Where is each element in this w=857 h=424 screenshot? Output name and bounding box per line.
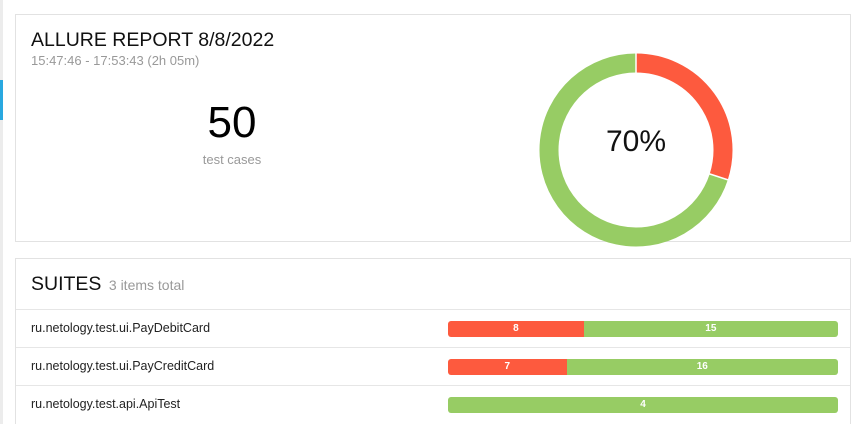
failed-segment: 8: [448, 321, 584, 337]
suite-name[interactable]: ru.netology.test.ui.PayCreditCard: [31, 359, 214, 373]
suite-name[interactable]: ru.netology.test.api.ApiTest: [31, 397, 180, 411]
side-menu-indicator: [0, 80, 3, 120]
suites-widget: SUITES 3 items total ru.netology.test.ui…: [15, 258, 851, 424]
success-percent: 70%: [606, 125, 666, 158]
test-case-label: test cases: [202, 152, 262, 167]
passed-segment: 4: [448, 397, 838, 413]
passed-segment: 15: [583, 321, 838, 337]
allure-report-page: ALLURE REPORT 8/8/2022 15:47:46 - 17:53:…: [0, 0, 857, 424]
suites-header: SUITES 3 items total: [31, 273, 184, 296]
failed-segment: 7: [448, 359, 567, 375]
suite-row[interactable]: ru.netology.test.api.ApiTest 4: [16, 385, 850, 422]
test-case-count: 50: [207, 98, 257, 147]
success-rate-donut[interactable]: 70%: [539, 39, 763, 249]
suite-name[interactable]: ru.netology.test.ui.PayDebitCard: [31, 321, 210, 335]
suite-row[interactable]: ru.netology.test.ui.PayCreditCard 7 16: [16, 347, 850, 384]
summary-widget: ALLURE REPORT 8/8/2022 15:47:46 - 17:53:…: [15, 14, 851, 247]
suites-count: 3 items total: [108, 277, 185, 293]
passed-segment: 16: [566, 359, 838, 375]
suites-title: SUITES: [31, 273, 102, 295]
report-title: ALLURE REPORT 8/8/2022: [31, 29, 275, 51]
suite-status-bar[interactable]: 8 15: [448, 321, 838, 337]
suite-row[interactable]: ru.netology.test.ui.PayDebitCard 8 15: [16, 309, 850, 346]
report-time-range: 15:47:46 - 17:53:43 (2h 05m): [31, 53, 200, 68]
side-menu-edge: [0, 0, 3, 424]
suite-status-bar[interactable]: 7 16: [448, 359, 838, 375]
donut-failed-slice[interactable]: [635, 53, 733, 180]
suite-status-bar[interactable]: 4: [448, 397, 838, 413]
